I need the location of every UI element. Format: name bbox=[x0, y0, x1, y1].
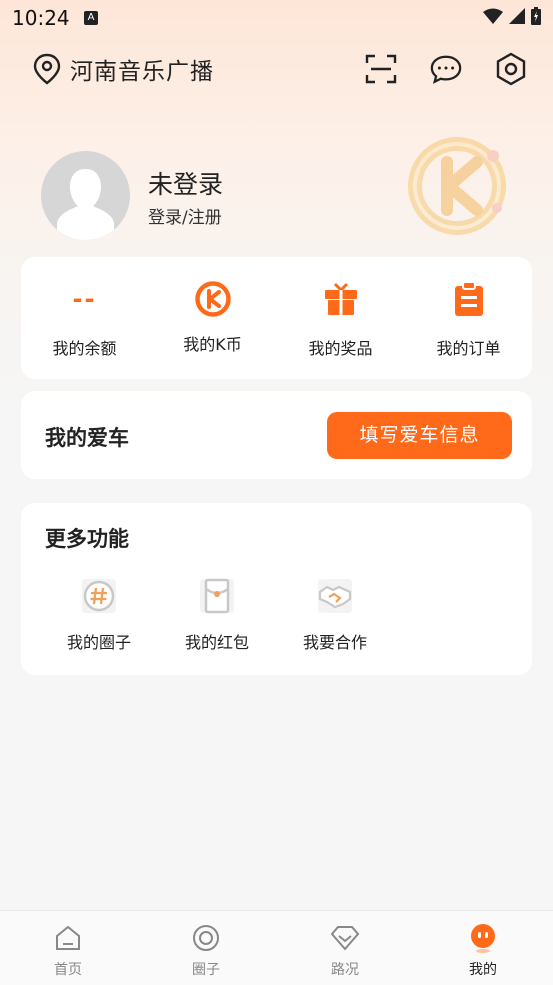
tab-traffic[interactable]: 路况 bbox=[305, 923, 385, 979]
chat-bubble-icon bbox=[430, 55, 462, 84]
scan-icon bbox=[365, 54, 397, 84]
my-car-card: 我的爱车 填写爱车信息 bbox=[21, 391, 532, 479]
scan-button[interactable] bbox=[364, 52, 398, 86]
tab-mine-label: 我的 bbox=[469, 962, 497, 978]
location-pin-icon bbox=[33, 53, 61, 85]
red-packet-label: 我的红包 bbox=[184, 633, 249, 652]
tab-home[interactable]: 首页 bbox=[28, 923, 108, 979]
red-packet-item[interactable]: 我的红包 bbox=[158, 577, 276, 653]
k-coin-icon bbox=[194, 281, 231, 317]
my-circle-label: 我的圈子 bbox=[66, 633, 131, 652]
my-car-title: 我的爱车 bbox=[45, 426, 129, 450]
cooperation-item[interactable]: 我要合作 bbox=[276, 577, 394, 653]
clipboard-icon bbox=[454, 281, 483, 316]
mine-active-icon bbox=[471, 924, 495, 953]
home-icon bbox=[56, 925, 80, 950]
wifi-icon bbox=[483, 8, 503, 24]
prizes-label: 我的奖品 bbox=[308, 339, 373, 358]
handshake-icon bbox=[318, 579, 352, 613]
avatar[interactable] bbox=[41, 151, 130, 240]
circle-icon bbox=[193, 925, 219, 951]
balance-item[interactable]: -- 我的余额 bbox=[21, 257, 148, 359]
tab-mine[interactable]: 我的 bbox=[443, 923, 523, 979]
notification-icon: A bbox=[84, 11, 98, 25]
messages-button[interactable] bbox=[429, 52, 463, 86]
location-name: 河南音乐广播 bbox=[70, 59, 214, 85]
location-selector[interactable]: 河南音乐广播 bbox=[32, 52, 214, 86]
orders-label: 我的订单 bbox=[436, 339, 501, 358]
settings-hexagon-icon bbox=[496, 52, 526, 86]
tab-home-label: 首页 bbox=[54, 962, 82, 978]
battery-icon bbox=[531, 7, 541, 25]
status-icons bbox=[483, 7, 541, 25]
balance-label: 我的余额 bbox=[52, 339, 117, 358]
bottom-nav: 首页 圈子 路况 我的 bbox=[0, 910, 553, 985]
prizes-item[interactable]: 我的奖品 bbox=[277, 257, 404, 359]
login-register-link[interactable]: 登录/注册 bbox=[148, 203, 222, 228]
my-circle-item[interactable]: 我的圈子 bbox=[40, 577, 158, 653]
red-packet-icon bbox=[200, 578, 234, 614]
more-features-card: 更多功能 我的圈子 我的红包 我要合作 bbox=[21, 503, 532, 675]
settings-button[interactable] bbox=[494, 52, 528, 86]
more-features-title: 更多功能 bbox=[45, 527, 129, 551]
k-coin-decoration bbox=[408, 137, 506, 235]
stats-card: -- 我的余额 我的K币 我的奖品 我的订单 bbox=[21, 257, 532, 379]
profile-name: 未登录 bbox=[148, 170, 224, 199]
cooperation-label: 我要合作 bbox=[302, 633, 367, 652]
gift-icon bbox=[324, 282, 357, 315]
fill-car-info-button[interactable]: 填写爱车信息 bbox=[327, 412, 512, 459]
orders-item[interactable]: 我的订单 bbox=[405, 257, 532, 359]
signal-icon bbox=[509, 8, 525, 24]
default-avatar-icon bbox=[57, 169, 114, 240]
traffic-diamond-icon bbox=[330, 926, 360, 951]
k-coin-item[interactable]: 我的K币 bbox=[149, 257, 276, 355]
tab-traffic-label: 路况 bbox=[331, 962, 359, 978]
tab-circle[interactable]: 圈子 bbox=[166, 923, 246, 979]
tab-circle-label: 圈子 bbox=[192, 962, 220, 978]
status-time: 10:24 bbox=[12, 6, 70, 30]
balance-value: -- bbox=[72, 285, 97, 313]
k-coin-label: 我的K币 bbox=[183, 335, 242, 354]
circle-hashtag-icon bbox=[82, 579, 116, 613]
